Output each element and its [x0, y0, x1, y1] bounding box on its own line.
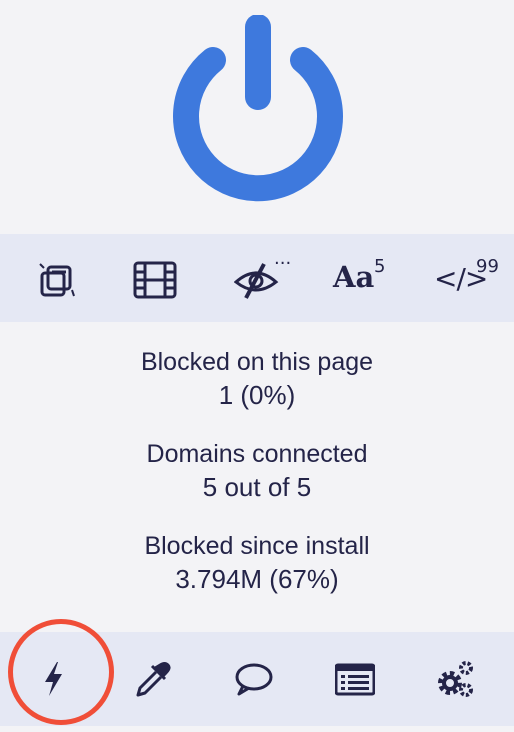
speech-bubble-icon	[235, 663, 273, 696]
stats-section: Blocked on this page 1 (0%) Domains conn…	[0, 346, 514, 622]
power-button[interactable]	[163, 14, 353, 205]
element-zapper-button[interactable]	[25, 650, 83, 708]
fonts-toggle[interactable]: Aa 5	[330, 252, 404, 302]
eyedropper-icon	[136, 662, 171, 697]
list-window-icon	[335, 663, 375, 696]
element-picker-button[interactable]	[123, 650, 181, 708]
film-strip-icon	[133, 261, 177, 299]
domains-connected-stat: Domains connected 5 out of 5	[0, 438, 514, 530]
gears-icon	[438, 661, 473, 697]
blocked-install-value: 3.794M (67%)	[175, 564, 339, 594]
scripts-toggle[interactable]: </> 99	[434, 252, 508, 302]
popups-toggle[interactable]	[20, 252, 94, 302]
lightning-bolt-icon	[45, 662, 62, 696]
dashboard-button[interactable]	[426, 650, 484, 708]
fonts-label: Aa	[333, 260, 375, 294]
logger-button[interactable]	[326, 650, 384, 708]
per-site-switches-toolbar: ... Aa 5 </> 99	[0, 234, 514, 322]
media-toggle[interactable]	[117, 252, 191, 302]
cosmetic-filtering-toggle[interactable]: ...	[218, 248, 292, 302]
cosmetic-badge: ...	[274, 248, 292, 269]
popup-windows-icon	[39, 263, 75, 297]
power-icon	[173, 14, 343, 202]
blocked-page-label: Blocked on this page	[140, 348, 374, 376]
popup-panel: ... Aa 5 </> 99 Blocked on this page 1 (…	[0, 0, 514, 732]
domains-connected-label: Domains connected	[146, 440, 368, 468]
domains-connected-value: 5 out of 5	[202, 472, 312, 502]
bottom-toolbar	[0, 632, 514, 726]
scripts-badge: 99	[476, 256, 499, 277]
blocked-page-value: 1 (0%)	[218, 380, 296, 410]
blocked-install-label: Blocked since install	[144, 532, 370, 560]
report-issue-button[interactable]	[224, 650, 282, 708]
blocked-install-stat: Blocked since install 3.794M (67%)	[0, 530, 514, 622]
fonts-badge: 5	[374, 256, 386, 277]
blocked-page-stat: Blocked on this page 1 (0%)	[0, 346, 514, 438]
